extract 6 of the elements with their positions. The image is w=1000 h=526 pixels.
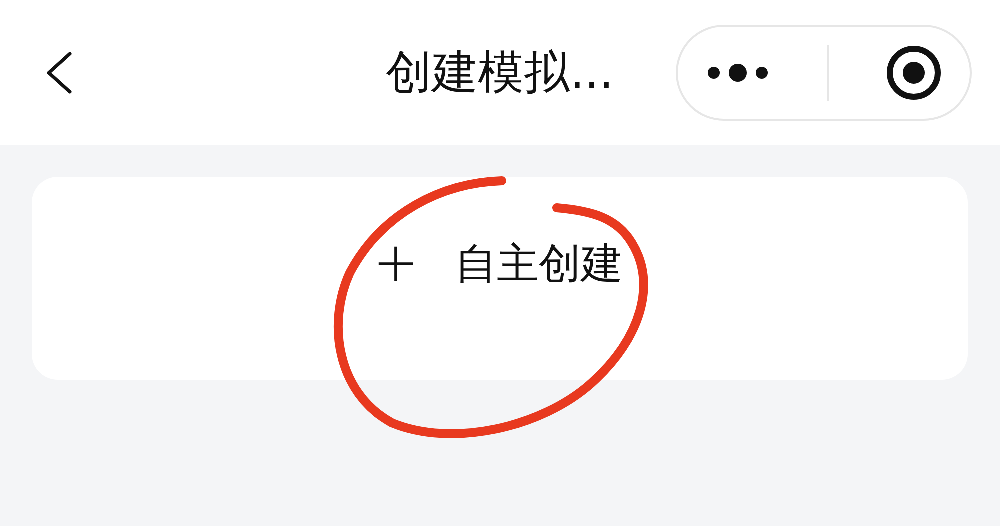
create-card[interactable]: 自主创建 [32,177,968,380]
page-title: 创建模拟... [385,44,615,100]
more-icon[interactable] [706,62,770,82]
plus-icon [377,244,415,282]
close-icon[interactable] [886,44,942,100]
back-icon[interactable] [44,50,74,94]
